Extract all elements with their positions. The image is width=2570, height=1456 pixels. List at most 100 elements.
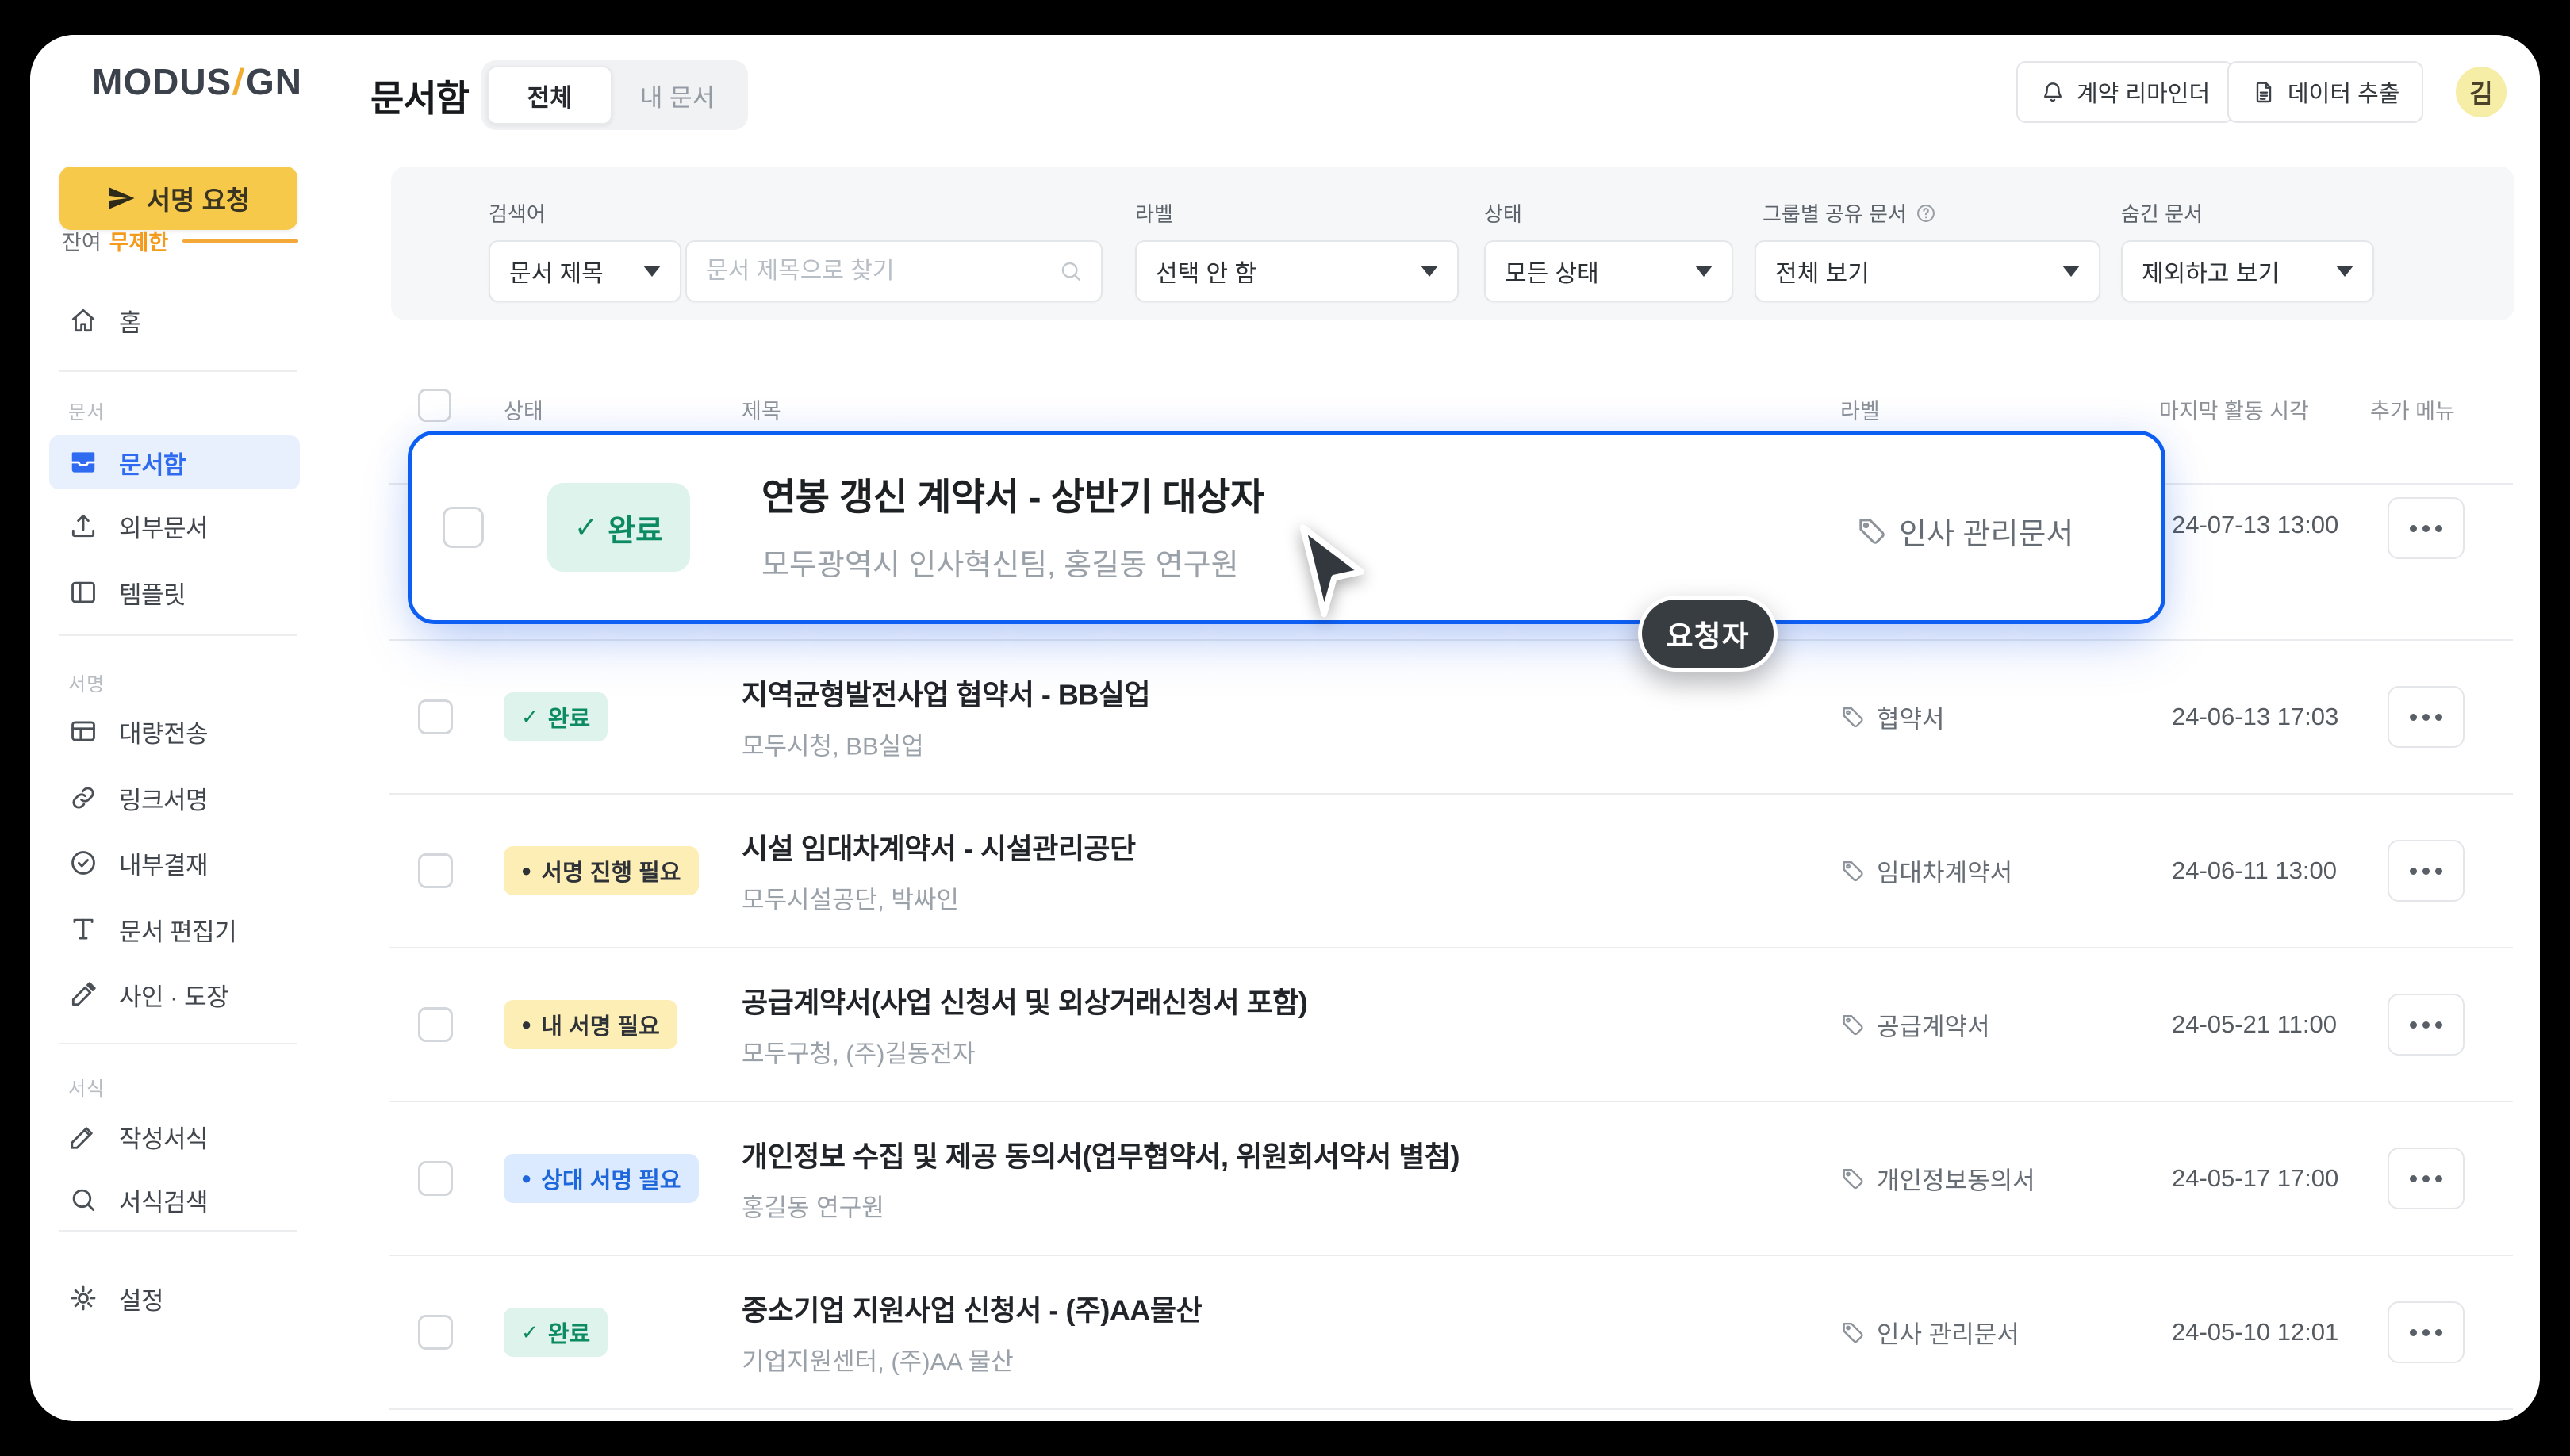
more-menu-button[interactable] [2388,840,2465,902]
tag-icon [1840,1012,1866,1037]
sidebar-item-form-search[interactable]: 서식검색 [49,1173,300,1227]
sidebar-item-label: 외부문서 [119,508,208,544]
more-menu-button[interactable] [2388,1148,2465,1209]
document-label: 인사 관리문서 [1856,509,2073,553]
tag-icon [1840,858,1866,883]
topbar: 문서함 전체 내 문서 계약 리마인더 데이터 추출 김 [325,35,2540,155]
screen: MODUS/GN 서명 요청 잔여 무제한 홈 문서 문서함 외부문서 템플릿 [0,0,2570,1456]
document-titles: 연봉 갱신 계약서 - 상반기 대상자 모두광역시 인사혁신팀, 홍길동 연구원 [761,466,1264,584]
bell-icon [2040,79,2066,105]
logo-text-left: MODUS [92,61,232,102]
document-label: 개인정보동의서 [1840,1161,2035,1197]
quota-bar [182,239,298,243]
contract-reminder-button[interactable]: 계약 리마인더 [2016,61,2234,123]
tab-my-documents[interactable]: 내 문서 [612,66,742,125]
tab-all-label: 전체 [527,78,572,113]
file-extract-icon [2251,79,2277,105]
document-titles: 지역균형발전사업 협약서 - BB실업 모두시청, BB실업 [742,672,1150,762]
sidebar: MODUS/GN 서명 요청 잔여 무제한 홈 문서 문서함 외부문서 템플릿 [30,35,327,1421]
status-badge: ●상대 서명 필요 [504,1154,699,1203]
sidebar-item-label: 문서함 [119,445,186,481]
row-checkbox[interactable] [418,699,453,734]
sidebar-divider [59,1230,297,1232]
tag-icon [1840,1166,1866,1191]
more-menu-button[interactable] [2388,994,2465,1056]
row-checkbox[interactable] [443,507,484,548]
sidebar-item-create-form[interactable]: 작성서식 [49,1109,300,1163]
check-icon: ✓ [521,1320,539,1345]
last-activity-time: 24-05-21 11:00 [2172,1010,2337,1039]
tag-icon [1840,704,1866,730]
document-label: 공급계약서 [1840,1007,1990,1043]
sidebar-item-home[interactable]: 홈 [49,293,300,347]
avatar[interactable]: 김 [2456,67,2507,117]
sidebar-item-inbox[interactable]: 문서함 [49,435,300,489]
pencil-icon [68,1121,98,1151]
requester-tooltip: 요청자 [1638,596,1778,672]
dot-icon: ● [521,860,531,881]
sidebar-item-doc-editor[interactable]: 문서 편집기 [49,902,300,956]
status-badge: ✓완료 [504,692,608,741]
last-activity-time: 24-05-10 12:01 [2172,1318,2338,1347]
tab-all[interactable]: 전체 [487,66,612,125]
select-all-checkbox[interactable] [418,389,451,422]
bulk-send-icon [68,716,98,746]
row-checkbox[interactable] [418,1161,453,1196]
tag-icon [1840,1320,1866,1345]
last-activity-time: 24-05-17 17:00 [2172,1164,2338,1193]
document-label: 인사 관리문서 [1840,1315,2020,1351]
quota-remaining: 잔여 무제한 [62,225,298,256]
sidebar-item-internal-approval[interactable]: 내부결재 [49,836,300,890]
document-row[interactable]: ✓완료 지역균형발전사업 협약서 - BB실업 모두시청, BB실업 협약서 2… [389,641,2513,795]
sidebar-item-external-docs[interactable]: 외부문서 [49,499,300,553]
document-row[interactable]: ●서명 진행 필요 시설 임대차계약서 - 시설관리공단 모두시설공단, 박싸인… [389,795,2513,948]
template-icon [68,577,98,607]
more-menu-button[interactable] [2388,686,2465,748]
data-export-button[interactable]: 데이터 추출 [2227,61,2423,123]
document-title: 지역균형발전사업 협약서 - BB실업 [742,672,1150,714]
document-titles: 공급계약서(사업 신청서 및 외상거래신청서 포함) 모두구청, (주)길동전자 [742,980,1307,1070]
document-row[interactable]: ●내 서명 필요 공급계약서(사업 신청서 및 외상거래신청서 포함) 모두구청… [389,948,2513,1102]
document-title: 개인정보 수집 및 제공 동의서(업무협약서, 위원회서약서 별첨) [742,1134,1460,1175]
sign-request-button[interactable]: 서명 요청 [59,167,297,230]
gear-icon [68,1283,98,1313]
sidebar-item-bulk-send[interactable]: 대량전송 [49,704,300,758]
link-icon [68,783,98,813]
tag-icon [1856,515,1888,547]
more-menu-button[interactable] [2388,497,2465,559]
sidebar-item-label: 작성서식 [119,1119,208,1155]
document-titles: 시설 임대차계약서 - 시설관리공단 모두시설공단, 박싸인 [742,826,1136,916]
check-icon: ✓ [574,511,598,544]
status-badge: ●서명 진행 필요 [504,846,699,895]
last-activity-time: 24-06-13 17:03 [2172,703,2338,731]
column-status: 상태 [504,394,543,425]
scope-tabs: 전체 내 문서 [481,60,748,130]
search-icon [68,1185,98,1215]
sidebar-section-documents: 문서 [68,397,105,424]
row-checkbox[interactable] [418,853,453,888]
document-titles: 개인정보 수집 및 제공 동의서(업무협약서, 위원회서약서 별첨) 홍길동 연… [742,1134,1460,1224]
row-checkbox[interactable] [418,1007,453,1042]
document-row-highlighted[interactable]: ✓완료 연봉 갱신 계약서 - 상반기 대상자 모두광역시 인사혁신팀, 홍길동… [408,431,2165,624]
sidebar-item-settings[interactable]: 설정 [49,1271,300,1325]
row-checkbox[interactable] [418,1315,453,1350]
home-icon [68,305,98,335]
text-editor-icon [68,914,98,944]
document-participants: 모두구청, (주)길동전자 [742,1034,1307,1070]
main-content: 검색어 문서 제목 라벨 선택 안 함 상태 모든 상태 그룹별 공유 문서 [325,154,2540,1421]
sidebar-item-sign-stamp[interactable]: 사인 · 도장 [49,967,300,1021]
document-row[interactable]: ✓완료 중소기업 지원사업 신청서 - (주)AA물산 기업지원센터, (주)A… [389,1256,2513,1410]
more-menu-button[interactable] [2388,1301,2465,1363]
logo-text-right: GN [246,61,302,102]
avatar-initial: 김 [2469,74,2492,110]
last-activity-time: 24-07-13 13:00 [2172,511,2338,539]
document-participants: 모두시청, BB실업 [742,726,1150,762]
data-export-label: 데이터 추출 [2288,75,2399,109]
quota-label: 잔여 [62,225,102,256]
sidebar-item-templates[interactable]: 템플릿 [49,565,300,619]
document-row[interactable]: ●상대 서명 필요 개인정보 수집 및 제공 동의서(업무협약서, 위원회서약서… [389,1102,2513,1256]
modusign-logo[interactable]: MODUS/GN [92,60,302,103]
sidebar-item-link-sign[interactable]: 링크서명 [49,771,300,825]
check-icon: ✓ [521,705,539,730]
page-title: 문서함 [370,70,469,122]
